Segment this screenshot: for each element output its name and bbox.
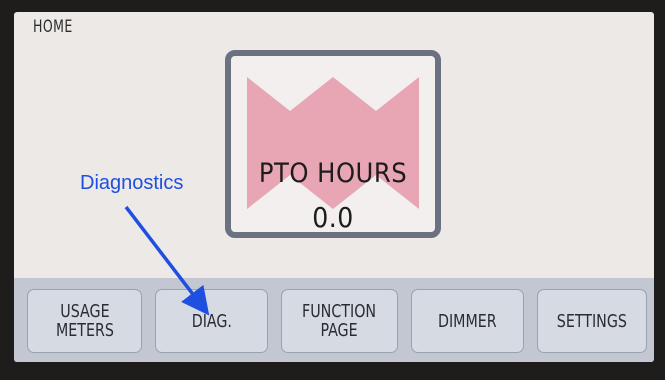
usage-meters-label: USAGE METERS xyxy=(55,301,114,341)
dimmer-button[interactable]: DIMMER xyxy=(411,289,524,353)
pto-hours-label: PTO HOURS xyxy=(258,158,408,189)
crown-shape xyxy=(247,77,419,209)
diag-label: DIAG. xyxy=(191,310,232,332)
device-bezel: HOME PTO HOURS 0.0 USAGE METERS DIAG. FU… xyxy=(0,0,665,380)
brand-crown-logo xyxy=(247,77,419,209)
diagnostics-callout-label: Diagnostics xyxy=(80,172,184,194)
usage-meters-button[interactable]: USAGE METERS xyxy=(27,289,142,353)
softkey-bar: USAGE METERS DIAG. FUNCTION PAGE DIMMER … xyxy=(14,278,654,362)
pto-hours-panel: PTO HOURS 0.0 xyxy=(225,50,441,238)
settings-button[interactable]: SETTINGS xyxy=(537,289,647,353)
function-page-label: FUNCTION PAGE xyxy=(302,301,377,341)
dimmer-label: DIMMER xyxy=(438,310,497,332)
function-page-button[interactable]: FUNCTION PAGE xyxy=(281,289,398,353)
diag-button[interactable]: DIAG. xyxy=(155,289,268,353)
page-title: HOME xyxy=(33,17,73,37)
settings-label: SETTINGS xyxy=(556,310,628,332)
pto-hours-value: 0.0 xyxy=(312,201,354,234)
